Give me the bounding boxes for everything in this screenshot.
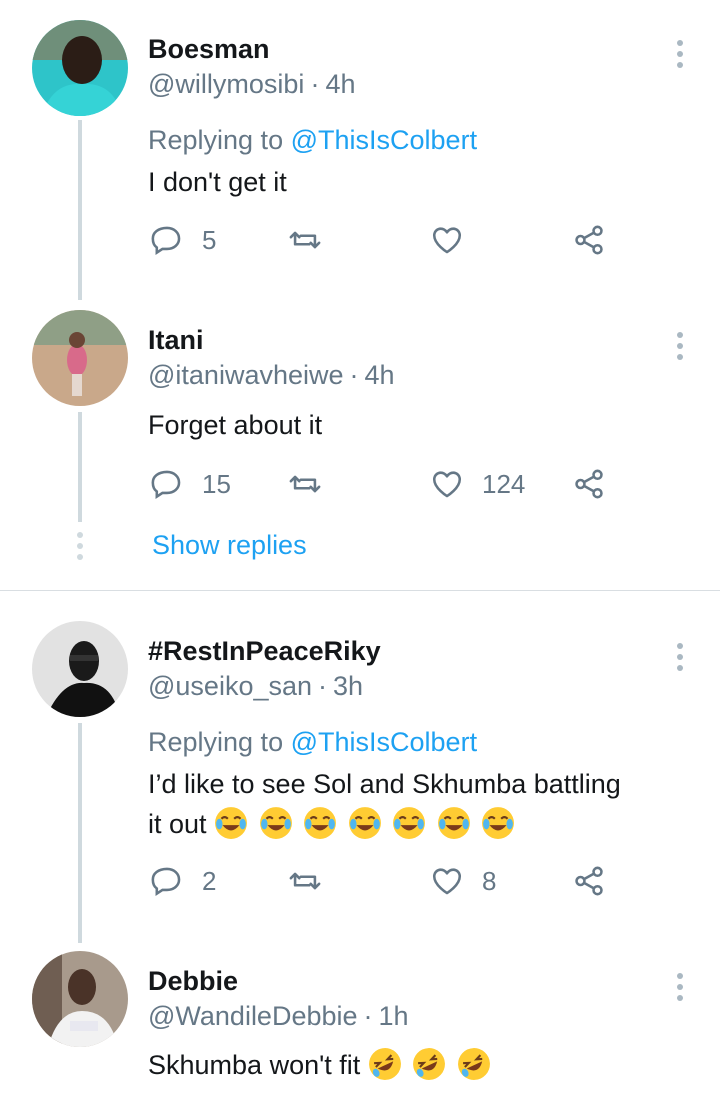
face-with-tears-of-joy-icon — [437, 807, 470, 839]
emoji-group — [368, 1048, 494, 1080]
share-icon — [575, 225, 603, 255]
tweet-text-line: I’d like to see Sol and Skhumba battling — [148, 769, 621, 799]
user-name[interactable]: #RestInPeaceRiky — [148, 635, 381, 667]
more-options-icon[interactable] — [670, 643, 690, 673]
avatar-itani[interactable] — [32, 310, 128, 406]
user-handle[interactable]: @willymosibi · 4h — [148, 68, 355, 100]
reply-count: 5 — [202, 224, 217, 255]
like-count: 8 — [482, 865, 497, 896]
share-icon — [575, 469, 603, 499]
handle-text: @willymosibi — [148, 69, 305, 99]
thread-line — [78, 120, 82, 300]
handle-text: @itaniwavheiwe — [148, 360, 344, 390]
show-replies-link[interactable]: Show replies — [152, 529, 307, 561]
reply-button[interactable]: 15 — [150, 464, 231, 504]
replying-prefix: Replying to — [148, 125, 284, 155]
tweet-text-content: Skhumba won't fit — [148, 1050, 361, 1080]
replying-prefix: Replying to — [148, 727, 284, 757]
avatar-boesman[interactable] — [32, 20, 128, 116]
thread-line — [78, 723, 82, 943]
retweet-button[interactable] — [288, 220, 322, 260]
face-with-tears-of-joy-icon — [259, 807, 292, 839]
retweet-button[interactable] — [288, 464, 322, 504]
tweet-time: 4h — [364, 360, 395, 390]
avatar-restinpeaceriky[interactable] — [32, 621, 128, 717]
replying-to: Replying to @ThisIsColbert — [148, 726, 477, 758]
rolling-on-the-floor-laughing-icon — [368, 1048, 401, 1080]
tweet-text: I don't get it — [148, 167, 287, 197]
separator-dot: · — [349, 360, 359, 390]
face-with-tears-of-joy-icon — [393, 807, 426, 839]
more-replies-dots — [77, 532, 83, 565]
retweet-button[interactable] — [288, 861, 322, 901]
face-with-tears-of-joy-icon — [482, 807, 515, 839]
heart-icon — [432, 868, 462, 895]
handle-text: @useiko_san — [148, 671, 313, 701]
reply-icon — [151, 867, 181, 896]
reply-count: 15 — [202, 468, 231, 499]
retweet-icon — [289, 872, 321, 890]
tweet-time: 3h — [333, 671, 364, 701]
replying-mention-link[interactable]: @ThisIsColbert — [291, 727, 477, 757]
like-button[interactable] — [430, 220, 464, 260]
replying-mention-link[interactable]: @ThisIsColbert — [291, 125, 477, 155]
user-name[interactable]: Boesman — [148, 33, 270, 65]
user-handle[interactable]: @WandileDebbie · 1h — [148, 1000, 409, 1032]
tweet-boesman[interactable]: Boesman @willymosibi · 4h Replying to @Thi… — [0, 0, 720, 300]
tweet-time: 4h — [325, 69, 356, 99]
reply-count: 2 — [202, 865, 217, 896]
separator-dot: · — [310, 69, 320, 99]
face-with-tears-of-joy-icon — [348, 807, 381, 839]
retweet-icon — [289, 475, 321, 493]
like-button[interactable]: 8 — [430, 861, 496, 901]
face-with-tears-of-joy-icon — [215, 807, 247, 839]
tweet-actions: 2 8 — [148, 861, 618, 901]
rolling-on-the-floor-laughing-icon — [457, 1048, 490, 1080]
retweet-icon — [289, 231, 321, 249]
rolling-on-the-floor-laughing-icon — [413, 1048, 446, 1080]
tweet-text: Skhumba won't fit — [148, 1045, 688, 1085]
separator-dot: · — [363, 1001, 373, 1031]
emoji-group — [214, 807, 518, 839]
tweet-actions: 15 124 — [148, 464, 618, 504]
reply-icon — [151, 226, 181, 255]
share-icon — [575, 866, 603, 896]
like-button[interactable]: 124 — [430, 464, 525, 504]
tweet-itani[interactable]: Itani @itaniwavheiwe · 4h Forget about it … — [0, 300, 720, 590]
separator-dot: · — [318, 671, 328, 701]
tweet-actions: 5 — [148, 220, 618, 260]
tweet-debbie[interactable]: Debbie @WandileDebbie · 1h Skhumba won't f… — [0, 941, 720, 1097]
user-name[interactable]: Itani — [148, 324, 204, 356]
heart-icon — [432, 227, 462, 254]
tweet-restinpeaceriky[interactable]: #RestInPeaceRiky @useiko_san · 3h Replying… — [0, 591, 720, 943]
avatar-debbie[interactable] — [32, 951, 128, 1047]
share-button[interactable] — [572, 861, 606, 901]
reply-icon — [151, 470, 181, 499]
user-name[interactable]: Debbie — [148, 965, 238, 997]
tweet-text-line-end: it out — [148, 809, 207, 839]
tweet-text-line: it out — [148, 804, 688, 844]
reply-button[interactable]: 5 — [150, 220, 216, 260]
face-with-tears-of-joy-icon — [304, 807, 337, 839]
handle-text: @WandileDebbie — [148, 1001, 358, 1031]
replying-to: Replying to @ThisIsColbert — [148, 124, 477, 156]
share-button[interactable] — [572, 220, 606, 260]
user-handle[interactable]: @itaniwavheiwe · 4h — [148, 359, 395, 391]
heart-icon — [432, 471, 462, 498]
more-options-icon[interactable] — [670, 40, 690, 70]
tweet-text: Forget about it — [148, 410, 323, 440]
like-count: 124 — [482, 468, 526, 499]
tweet-time: 1h — [378, 1001, 409, 1031]
more-options-icon[interactable] — [670, 973, 690, 1003]
share-button[interactable] — [572, 464, 606, 504]
thread-line — [78, 412, 82, 522]
user-handle[interactable]: @useiko_san · 3h — [148, 670, 363, 702]
reply-button[interactable]: 2 — [150, 861, 216, 901]
tweet-text: I’d like to see Sol and Skhumba battling… — [148, 764, 688, 844]
more-options-icon[interactable] — [670, 332, 690, 362]
